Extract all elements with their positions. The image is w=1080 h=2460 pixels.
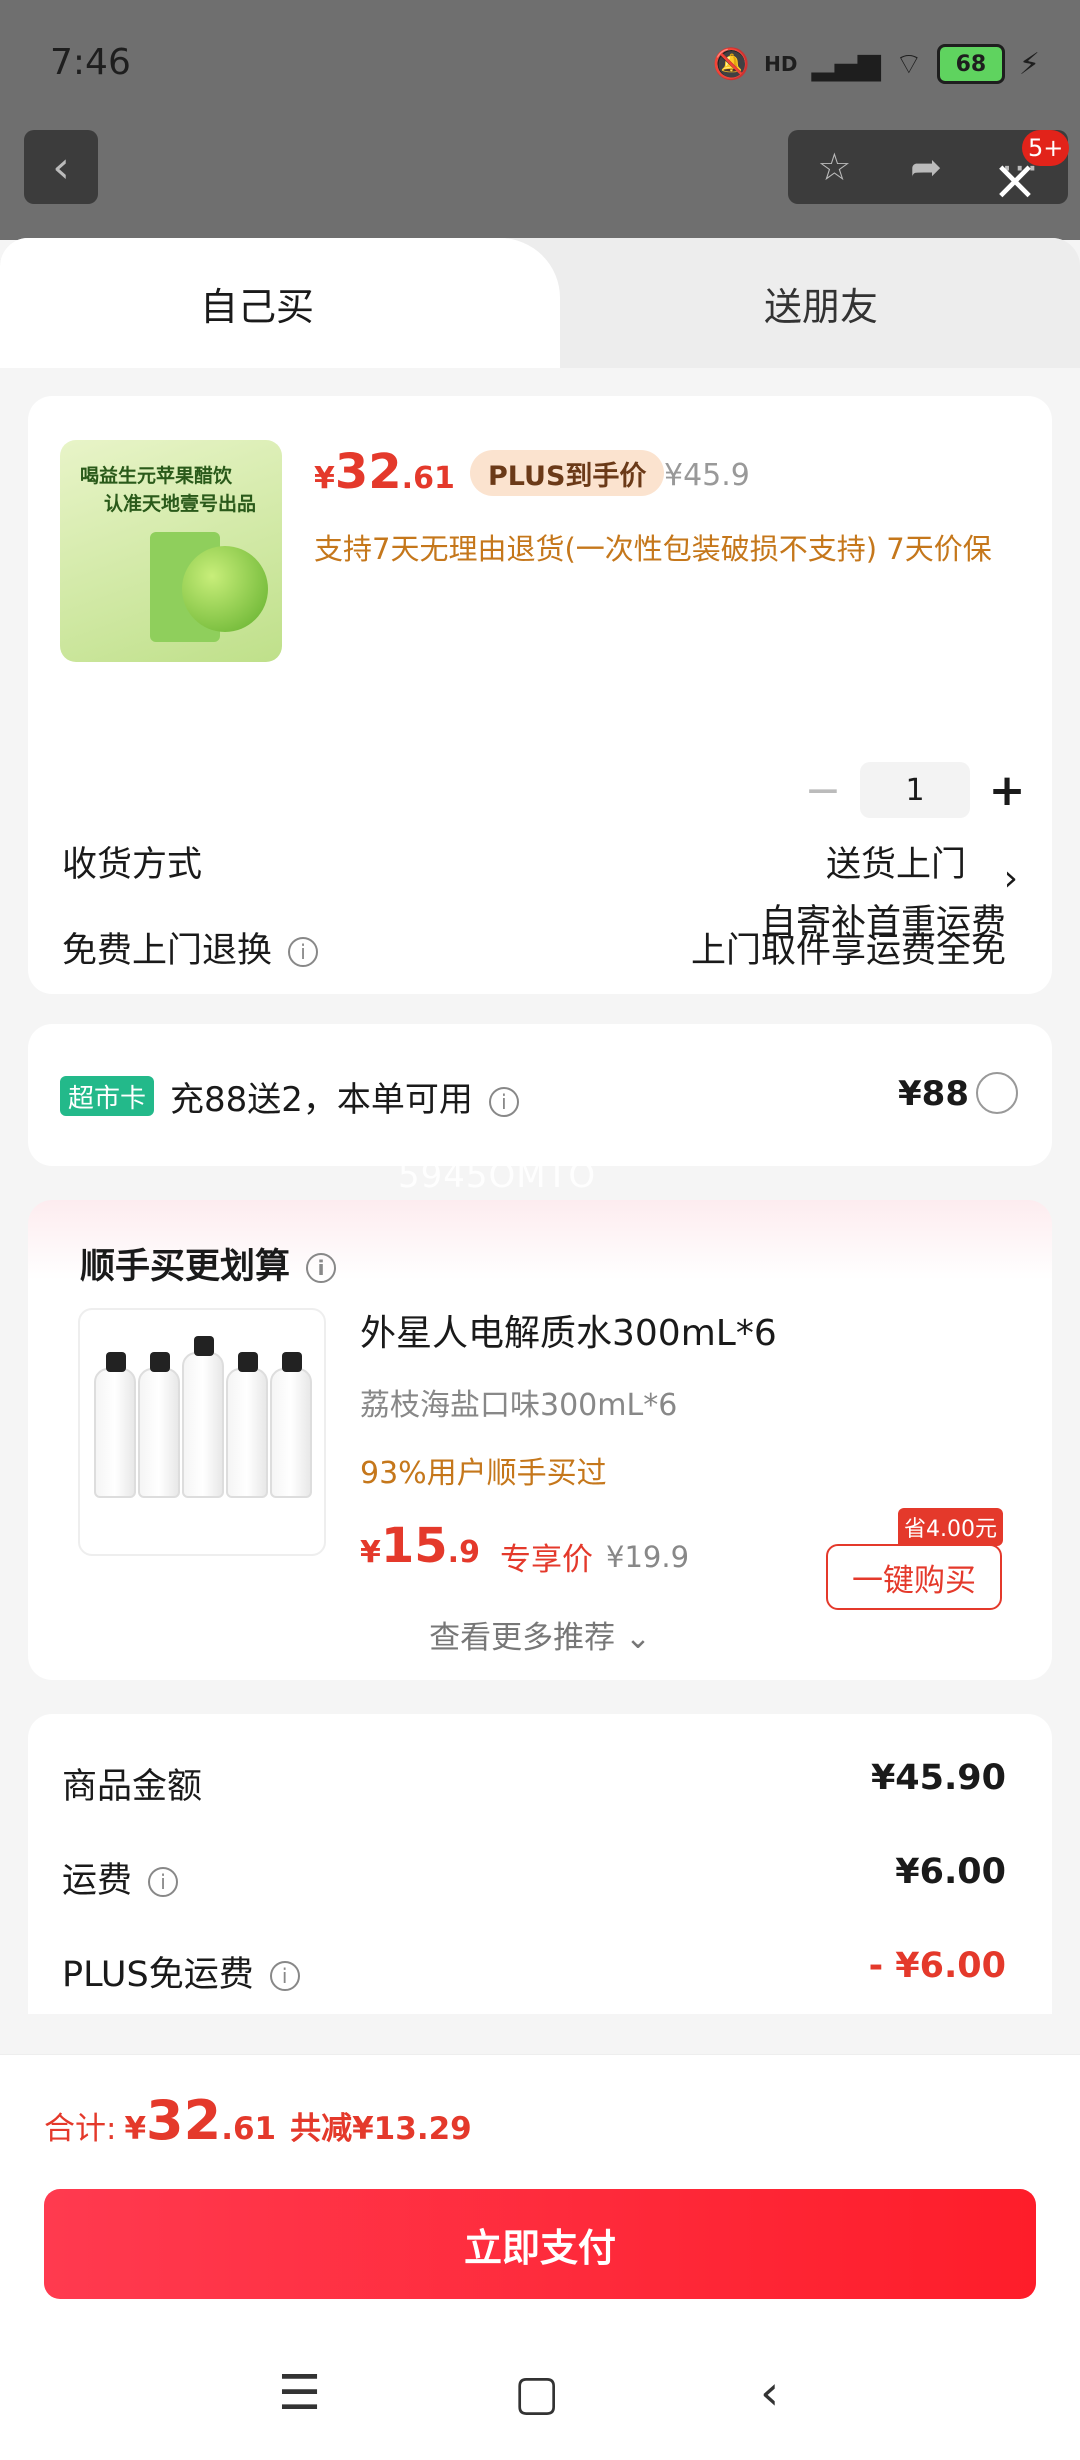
price-decimal: .61 [401,461,455,496]
menu-icon[interactable]: ☰ [278,2365,321,2421]
recommend-card: 顺手买更划算 i 外星人电解质水300mL*6 荔枝海盐口味300mL*6 93%… [28,1200,1052,1680]
back-icon[interactable]: ‹ [760,2365,779,2421]
save-badge: 省4.00元 [898,1508,1003,1546]
mute-icon: 🔕 [712,46,751,82]
quantity-stepper: − 1 + [798,762,1032,818]
market-card-price: ¥88 [898,1074,969,1114]
more-recommend-link[interactable]: 查看更多推荐 ⌄ [28,1612,1052,1657]
chevron-down-icon: ⌄ [624,1620,651,1656]
product-price: ¥ 32 .61 [314,444,455,500]
signal-icon: ▂▄▆ [811,46,881,82]
tab-gift-friend[interactable]: 送朋友 [764,276,878,331]
rec-price-decimal: .9 [447,1535,480,1570]
recommend-title: 顺手买更划算 i [80,1238,337,1289]
info-icon[interactable]: i [488,1086,519,1117]
summary-item-value: ¥6.00 [895,1852,1006,1892]
summary-item-value: ¥45.90 [870,1758,1006,1798]
returns-row: 免费上门退换 i [62,922,319,973]
product-image-text: 喝益生元苹果醋饮 认准天地壹号出品 [80,462,256,518]
charging-icon: ⚡ [1018,46,1040,82]
status-bar: 7:46 🔕 HD ▂▄▆ ⌔ 68 ⚡ [0,0,1080,130]
market-card-radio[interactable] [976,1072,1018,1114]
market-card-tag: 超市卡 [60,1076,155,1116]
service-guarantee[interactable]: 支持7天无理由退货(一次性包装破损不支持) 7天价保 [314,526,992,568]
watermark: 5945OMTO [398,1156,597,1196]
summary-plus-row: PLUS免运费 i [62,1946,300,1997]
star-icon[interactable]: ☆ [817,145,851,189]
recommend-product-name[interactable]: 外星人电解质水300mL*6 [360,1304,777,1356]
recommend-product-image[interactable] [78,1308,326,1556]
apple-graphic [182,546,268,632]
summary-item-label: 运费 [62,1861,133,1901]
total-currency: ¥ [124,2111,147,2147]
rec-price-currency: ¥ [360,1535,381,1570]
plus-price-badge: PLUS到手价 [470,450,665,496]
purchase-tabs: 自己买 送朋友 [0,238,1080,368]
recommend-title-text: 顺手买更划算 [80,1247,291,1287]
supermarket-card-row[interactable]: 超市卡 充88送2，本单可用 i ¥88 [28,1024,1052,1166]
recommend-price-tag: 专享价 [500,1542,593,1578]
one-click-buy-button[interactable]: 一键购买 [826,1544,1002,1610]
status-time: 7:46 [50,42,131,83]
qty-increase-button[interactable]: + [982,762,1032,818]
battery-icon: 68 [936,44,1005,84]
total-label: 合计: [44,2111,117,2147]
returns-label: 免费上门退换 [62,931,273,971]
price-currency: ¥ [314,461,335,496]
rec-price-integer: 15 [380,1518,448,1574]
info-icon[interactable]: i [306,1253,337,1283]
system-nav-bar: ☰ ▢ ‹ [0,2365,1080,2445]
hd-icon: HD [764,52,798,76]
summary-item-label: PLUS免运费 [62,1955,254,1995]
status-icons: 🔕 HD ▂▄▆ ⌔ 68 ⚡ [713,44,1040,84]
returns-value-2: 自寄补首重运费 [760,903,1006,943]
original-price: ¥45.9 [664,458,750,493]
market-card-text: 充88送2，本单可用 i [170,1072,519,1121]
home-icon[interactable]: ▢ [514,2365,559,2421]
market-card-desc: 充88送2，本单可用 [170,1080,473,1120]
price-summary-card: 商品金额 ¥45.90 运费 i ¥6.00 PLUS免运费 i - ¥6.00 [28,1714,1052,2014]
total-amount: 合计: ¥ 32 .61 共减¥13.29 [44,2089,472,2152]
back-button[interactable]: ‹ [24,130,98,204]
share-icon[interactable]: ➦ [910,145,942,189]
close-icon[interactable]: × [990,153,1040,209]
chevron-right-icon[interactable]: › [1004,858,1018,899]
product-image[interactable]: 喝益生元苹果醋饮 认准天地壹号出品 [60,440,282,662]
price-integer: 32 [334,444,402,500]
info-icon[interactable]: i [148,1867,179,1897]
summary-item-value: - ¥6.00 [868,1946,1006,1986]
tab-buy-for-self[interactable]: 自己买 [200,276,314,331]
checkout-footer: 合计: ¥ 32 .61 共减¥13.29 立即支付 ☰ ▢ ‹ [0,2054,1080,2460]
recommend-product-stat: 93%用户顺手买过 [360,1456,607,1491]
info-icon[interactable]: i [269,1961,300,1991]
image-text-line-1: 喝益生元苹果醋饮 [80,465,233,487]
total-decimal: .61 [221,2111,277,2147]
info-icon[interactable]: i [288,937,319,967]
more-recommend-text: 查看更多推荐 [429,1620,616,1656]
image-text-line-2: 认准天地壹号出品 [104,493,257,515]
qty-input[interactable]: 1 [860,762,970,818]
total-integer: 32 [146,2089,222,2152]
recommend-price: ¥ 15 .9 [360,1518,480,1574]
delivery-value[interactable]: 送货上门 [826,836,966,887]
pay-now-button[interactable]: 立即支付 [44,2189,1036,2299]
total-discount: 共减¥13.29 [290,2111,472,2147]
recommend-original-price: ¥19.9 [606,1540,690,1574]
qty-decrease-button[interactable]: − [798,762,848,818]
summary-shipping-row: 运费 i [62,1852,179,1903]
wifi-icon: ⌔ [894,47,923,82]
delivery-label: 收货方式 [62,845,203,885]
background-page-dimmed: 7:46 🔕 HD ▂▄▆ ⌔ 68 ⚡ ‹ ☆ ➦ ⋯ [0,0,1080,240]
recommend-product-spec: 荔枝海盐口味300mL*6 [360,1388,678,1423]
summary-item-label: 商品金额 [62,1767,203,1807]
